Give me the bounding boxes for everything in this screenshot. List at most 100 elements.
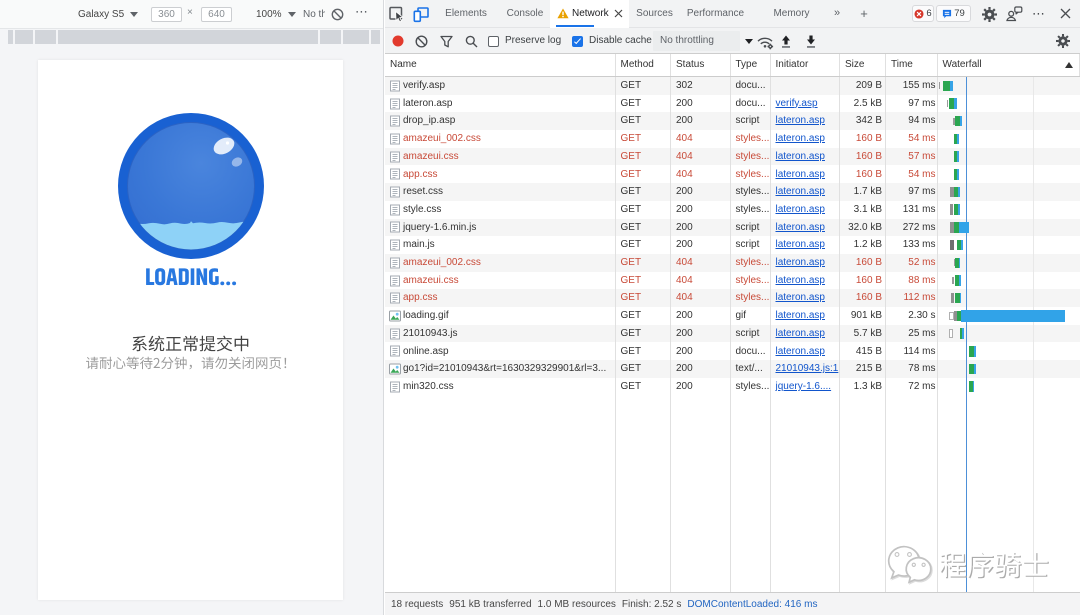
disable-cache-label: Disable cache — [589, 35, 652, 46]
table-row[interactable]: online.asp GET 200 docu... lateron.asp 415 B 1… — [385, 343, 1080, 361]
tab-sources[interactable]: Sources — [629, 0, 680, 27]
initiator-link[interactable]: lateron.asp — [776, 169, 825, 180]
initiator-link[interactable]: lateron.asp — [776, 222, 825, 233]
settings-gear-icon[interactable] — [982, 6, 997, 22]
search-icon[interactable] — [465, 35, 478, 48]
initiator-link[interactable]: lateron.asp — [776, 204, 825, 215]
cell-status: 404 — [676, 133, 693, 145]
table-row[interactable]: drop_ip.asp GET 200 script lateron.asp 342 B 9… — [385, 112, 1080, 130]
network-settings-gear-icon[interactable] — [1056, 34, 1070, 48]
more-tabs-icon[interactable]: » — [829, 0, 845, 27]
initiator-link[interactable]: lateron.asp — [776, 328, 825, 339]
tab-performance[interactable]: Performance — [680, 0, 751, 27]
cell-name: online.asp — [385, 343, 616, 361]
column-header-type[interactable]: Type — [731, 54, 771, 76]
table-row[interactable]: style.css GET 200 styles... lateron.asp 3.1 k… — [385, 201, 1080, 219]
tab-elements[interactable]: Elements — [442, 0, 490, 27]
cell-status: 404 — [676, 168, 693, 180]
cell-time: 88 ms — [908, 274, 936, 286]
inspect-element-icon[interactable] — [389, 6, 405, 23]
media-query-bar[interactable] — [8, 30, 380, 44]
import-har-icon[interactable] — [779, 35, 793, 49]
initiator-link[interactable]: verify.asp — [776, 98, 818, 109]
initiator-link[interactable]: lateron.asp — [776, 292, 825, 303]
block-icon[interactable] — [331, 8, 344, 21]
cell-time: 25 ms — [908, 327, 936, 339]
initiator-link[interactable]: lateron.asp — [776, 239, 825, 250]
close-devtools-icon[interactable] — [1060, 8, 1071, 19]
column-header-waterfall[interactable]: Waterfall — [938, 54, 1080, 76]
waterfall-bar-box — [949, 311, 954, 321]
feedback-person-icon[interactable] — [1006, 6, 1023, 22]
error-count-badge[interactable]: 6 — [912, 5, 934, 22]
table-row[interactable]: amazeui.css GET 404 styles... lateron.asp 160… — [385, 148, 1080, 166]
table-row[interactable]: reset.css GET 200 styles... lateron.asp 1.7 k… — [385, 183, 1080, 201]
table-row[interactable]: 21010943.js GET 200 script lateron.asp 5.7 kB… — [385, 325, 1080, 343]
cell-size: 160 B — [855, 257, 882, 268]
initiator-link[interactable]: lateron.asp — [776, 115, 825, 126]
initiator-link[interactable]: lateron.asp — [776, 133, 825, 144]
tab-console[interactable]: Console — [501, 0, 549, 27]
error-icon — [914, 8, 924, 19]
record-icon[interactable] — [392, 35, 404, 47]
filter-icon[interactable] — [440, 35, 453, 48]
preserve-log-checkbox[interactable] — [488, 36, 499, 47]
table-row[interactable]: app.css GET 404 styles... lateron.asp 160 B 11… — [385, 289, 1080, 307]
device-height-input[interactable]: 640 — [201, 7, 232, 22]
initiator-link[interactable]: jquery-1.6.... — [776, 381, 832, 392]
table-row[interactable]: amazeui.css GET 404 styles... lateron.asp 160… — [385, 272, 1080, 290]
initiator-link[interactable]: lateron.asp — [776, 275, 825, 286]
column-header-name[interactable]: Name — [385, 54, 616, 76]
cell-time: 272 ms — [902, 221, 936, 233]
column-header-status[interactable]: Status — [671, 54, 731, 76]
initiator-link[interactable]: lateron.asp — [776, 186, 825, 197]
table-row[interactable]: verify.asp GET 302 docu... 209 B 155 ms — [385, 77, 1080, 95]
table-row[interactable]: go1?id=21010943&rt=1630329329901&rl=3...… — [385, 360, 1080, 378]
chevron-down-icon — [287, 11, 296, 17]
more-options-icon[interactable]: ⋯ — [1031, 0, 1047, 27]
cell-time: 155 ms — [902, 80, 936, 91]
throttling-select[interactable]: No throttling — [653, 31, 740, 51]
tab-close-icon[interactable] — [614, 9, 623, 18]
zoom-select[interactable]: 100% — [256, 9, 296, 20]
tab-network[interactable]: Network — [550, 0, 629, 28]
table-row[interactable]: app.css GET 404 styles... lateron.asp 160 B 54… — [385, 166, 1080, 184]
summary-requests: 18 requests — [391, 598, 444, 610]
waterfall-bar-blue — [973, 346, 976, 357]
device-width-input[interactable]: 360 — [151, 7, 182, 22]
initiator-link[interactable]: lateron.asp — [776, 310, 825, 321]
cell-initiator: lateron.asp — [771, 201, 841, 219]
cell-method: GET — [620, 80, 642, 91]
device-toolbar-icon[interactable] — [413, 6, 429, 23]
network-conditions-icon[interactable] — [757, 35, 774, 50]
summary-domcontentloaded[interactable]: DOMContentLoaded: 416 ms — [687, 599, 817, 610]
more-menu-icon[interactable]: ⋯ — [355, 4, 369, 20]
table-row[interactable]: main.js GET 200 script lateron.asp 1.2 kB 133 … — [385, 236, 1080, 254]
table-row[interactable]: min320.css GET 200 styles... jquery-1.6.... 1… — [385, 378, 1080, 396]
column-header-method[interactable]: Method — [616, 54, 671, 76]
cell-initiator: lateron.asp — [771, 148, 841, 166]
image-file-icon — [388, 310, 401, 322]
column-header-size[interactable]: Size — [840, 54, 886, 76]
issues-count-badge[interactable]: 79 — [936, 5, 971, 22]
disable-cache-checkbox[interactable] — [572, 36, 583, 47]
table-row[interactable]: lateron.asp GET 200 docu... verify.asp 2.5 kB… — [385, 95, 1080, 113]
initiator-link[interactable]: lateron.asp — [776, 346, 825, 357]
add-tab-icon[interactable]: + — [856, 0, 872, 27]
document-file-icon — [389, 328, 400, 340]
clear-icon[interactable] — [415, 35, 428, 48]
table-row[interactable]: amazeui_002.css GET 404 styles... lateron.as… — [385, 254, 1080, 272]
initiator-link[interactable]: 21010943.js:1 — [776, 363, 839, 374]
table-row[interactable]: jquery-1.6.min.js GET 200 script lateron.asp… — [385, 219, 1080, 237]
export-har-icon[interactable] — [804, 35, 818, 49]
column-header-time[interactable]: Time — [886, 54, 938, 76]
select-arrow-icon[interactable] — [745, 39, 753, 44]
device-throttling-select[interactable]: No throttling — [303, 9, 325, 20]
table-row[interactable]: amazeui_002.css GET 404 styles... lateron.as… — [385, 130, 1080, 148]
table-row[interactable]: loading.gif GET 200 gif lateron.asp 901 kB 2.3… — [385, 307, 1080, 325]
initiator-link[interactable]: lateron.asp — [776, 151, 825, 162]
column-header-initiator[interactable]: Initiator — [771, 54, 840, 76]
tab-memory[interactable]: Memory — [765, 0, 818, 27]
device-select[interactable]: Galaxy S5 — [78, 9, 139, 20]
initiator-link[interactable]: lateron.asp — [776, 257, 825, 268]
